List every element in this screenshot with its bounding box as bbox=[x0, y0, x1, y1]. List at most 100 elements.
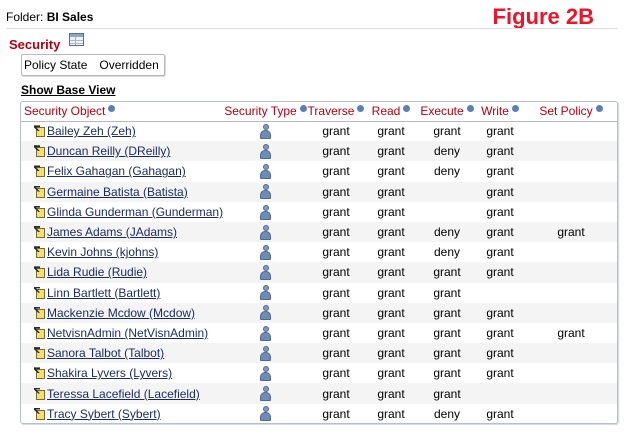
user-object-icon bbox=[34, 125, 46, 138]
info-icon[interactable] bbox=[299, 105, 307, 113]
header-divider bbox=[6, 28, 618, 29]
set-policy-cell: grant bbox=[523, 221, 617, 243]
info-icon[interactable] bbox=[466, 105, 474, 113]
security-object-cell: Germaine Batista (Batista) bbox=[21, 181, 224, 202]
info-icon[interactable] bbox=[357, 105, 365, 113]
traverse-cell: grant bbox=[307, 221, 365, 243]
table-row[interactable]: Sanora Talbot (Talbot) grant grant grant gra… bbox=[21, 343, 617, 364]
info-icon[interactable] bbox=[511, 105, 519, 113]
write-cell: grant bbox=[486, 406, 514, 421]
user-icon bbox=[260, 143, 271, 159]
security-type-cell bbox=[224, 202, 307, 222]
table-row[interactable]: Glinda Gunderman (Gunderman) grant grant gr… bbox=[21, 202, 617, 222]
write-cell: grant bbox=[486, 325, 514, 340]
security-object-cell: Linn Bartlett (Bartlett) bbox=[21, 283, 224, 303]
column-header[interactable]: Security Object bbox=[21, 102, 224, 122]
execute-cell: grant bbox=[433, 124, 461, 139]
info-icon[interactable] bbox=[595, 105, 603, 113]
security-object-link[interactable]: NetvisnAdmin (NetVisnAdmin) bbox=[47, 326, 208, 340]
traverse-cell: grant bbox=[322, 285, 350, 300]
info-icon[interactable] bbox=[108, 105, 116, 113]
security-type-cell bbox=[224, 242, 307, 262]
security-object-link[interactable]: Germaine Batista (Batista) bbox=[47, 185, 188, 199]
security-object-link[interactable]: James Adams (JAdams) bbox=[47, 225, 177, 239]
set-policy-cell bbox=[523, 181, 617, 202]
security-table: Security Object Security Type Traverse R… bbox=[21, 102, 617, 423]
security-grid: Security Object Security Type Traverse R… bbox=[20, 101, 618, 424]
figure-label: Figure 2B bbox=[492, 4, 594, 29]
table-view-icon[interactable] bbox=[69, 33, 84, 46]
security-object-link[interactable]: Bailey Zeh (Zeh) bbox=[47, 124, 136, 138]
table-row[interactable]: Teressa Lacefield (Lacefield) grant grant g… bbox=[21, 383, 617, 404]
security-object-link[interactable]: Shakira Lyvers (Lyvers) bbox=[47, 366, 172, 380]
security-type-cell bbox=[224, 323, 307, 343]
read-cell: grant bbox=[377, 164, 405, 179]
security-object-cell: Mackenzie Mcdow (Mcdow) bbox=[21, 302, 224, 323]
table-row[interactable]: NetvisnAdmin (NetVisnAdmin) grant grant gra… bbox=[21, 323, 617, 343]
execute-cell: deny bbox=[433, 245, 461, 260]
table-row[interactable]: Bailey Zeh (Zeh) grant grant grant grant bbox=[21, 121, 617, 141]
info-icon[interactable] bbox=[403, 105, 411, 113]
table-row[interactable]: Duncan Reilly (DReilly) grant grant deny gra… bbox=[21, 141, 617, 162]
execute-cell: grant bbox=[417, 383, 477, 404]
security-object-link[interactable]: Felix Gahagan (Gahagan) bbox=[47, 164, 186, 178]
security-object-link[interactable]: Linn Bartlett (Bartlett) bbox=[47, 286, 160, 300]
user-icon bbox=[260, 285, 271, 301]
column-header[interactable]: Traverse bbox=[307, 102, 365, 122]
traverse-cell: grant bbox=[322, 325, 350, 340]
user-icon bbox=[260, 204, 271, 220]
security-type-cell bbox=[224, 161, 307, 181]
table-row[interactable]: James Adams (JAdams) grant grant deny grant g… bbox=[21, 221, 617, 243]
security-object-link[interactable]: Lida Rudie (Rudie) bbox=[47, 265, 147, 279]
user-icon bbox=[260, 265, 271, 281]
column-header[interactable]: Execute bbox=[417, 102, 477, 122]
write-cell: grant bbox=[477, 262, 523, 283]
security-object-cell: James Adams (JAdams) bbox=[21, 221, 224, 243]
table-row[interactable]: Felix Gahagan (Gahagan) grant grant deny gra… bbox=[21, 161, 617, 181]
user-object-icon bbox=[34, 226, 46, 239]
security-type-cell bbox=[224, 383, 307, 404]
security-object-link[interactable]: Sanora Talbot (Talbot) bbox=[47, 346, 164, 360]
set-policy-cell bbox=[523, 283, 617, 303]
traverse-cell: grant bbox=[307, 343, 365, 364]
write-cell bbox=[477, 283, 523, 303]
set-policy-cell bbox=[523, 383, 617, 404]
execute-cell: grant bbox=[433, 285, 461, 300]
column-header[interactable]: Read bbox=[365, 102, 417, 122]
security-object-link[interactable]: Mackenzie Mcdow (Mcdow) bbox=[47, 306, 195, 320]
read-cell: grant bbox=[365, 302, 417, 323]
traverse-cell: grant bbox=[322, 124, 350, 139]
user-object-icon bbox=[34, 266, 46, 279]
table-row[interactable]: Mackenzie Mcdow (Mcdow) grant grant grant gr… bbox=[21, 302, 617, 323]
security-type-cell bbox=[224, 302, 307, 323]
set-policy-cell bbox=[523, 404, 617, 423]
table-row[interactable]: Shakira Lyvers (Lyvers) grant grant grant gr… bbox=[21, 363, 617, 383]
read-cell: grant bbox=[377, 204, 405, 219]
security-object-link[interactable]: Kevin Johns (kjohns) bbox=[47, 245, 158, 259]
column-header[interactable]: Security Type bbox=[224, 102, 307, 122]
security-object-cell: Duncan Reilly (DReilly) bbox=[21, 141, 224, 162]
show-base-view-link[interactable]: Show Base View bbox=[21, 83, 115, 97]
security-object-link[interactable]: Tracy Sybert (Sybert) bbox=[47, 407, 161, 421]
table-row[interactable]: Germaine Batista (Batista) grant grant gran… bbox=[21, 181, 617, 202]
write-cell bbox=[477, 383, 523, 404]
column-header[interactable]: Set Policy bbox=[523, 102, 617, 122]
table-row[interactable]: Linn Bartlett (Bartlett) grant grant grant bbox=[21, 283, 617, 303]
table-row[interactable]: Kevin Johns (kjohns) grant grant deny grant bbox=[21, 242, 617, 262]
user-icon bbox=[260, 406, 271, 422]
column-header[interactable]: Write bbox=[477, 102, 523, 122]
user-object-icon bbox=[34, 246, 46, 259]
security-object-link[interactable]: Glinda Gunderman (Gunderman) bbox=[47, 205, 223, 219]
traverse-cell: grant bbox=[322, 204, 350, 219]
security-object-cell: Glinda Gunderman (Gunderman) bbox=[21, 202, 224, 222]
execute-cell: deny bbox=[433, 164, 461, 179]
user-object-icon bbox=[34, 347, 46, 360]
security-object-link[interactable]: Duncan Reilly (DReilly) bbox=[47, 144, 170, 158]
security-object-link[interactable]: Teressa Lacefield (Lacefield) bbox=[47, 387, 200, 401]
table-body: Bailey Zeh (Zeh) grant grant grant grant Dunc… bbox=[21, 121, 617, 423]
table-row[interactable]: Lida Rudie (Rudie) grant grant grant grant bbox=[21, 262, 617, 283]
security-object-cell: Tracy Sybert (Sybert) bbox=[21, 404, 224, 423]
table-row[interactable]: Tracy Sybert (Sybert) grant grant deny grant bbox=[21, 404, 617, 423]
user-icon bbox=[260, 386, 271, 402]
security-type-cell bbox=[224, 363, 307, 383]
